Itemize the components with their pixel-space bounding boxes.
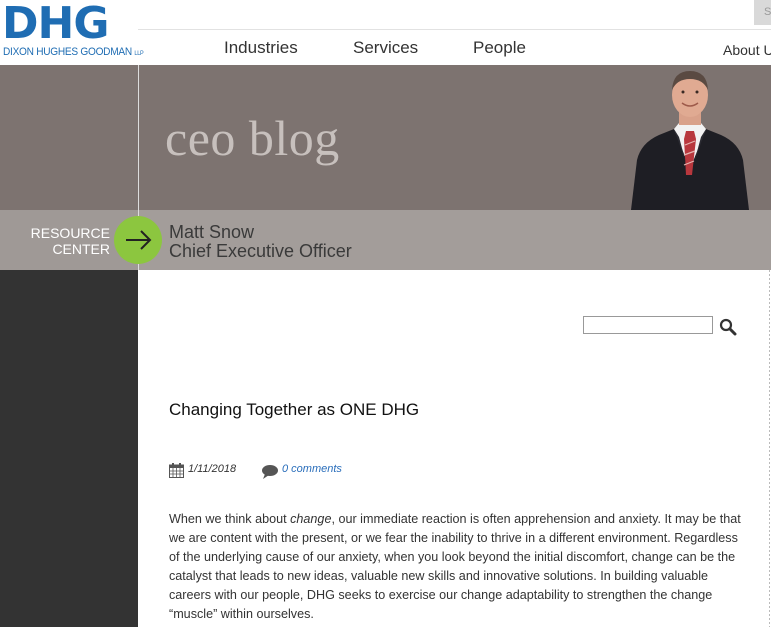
comment-icon xyxy=(262,465,278,479)
arrow-right-icon xyxy=(126,230,152,250)
search-icon[interactable] xyxy=(719,318,737,336)
banner-title: ceo blog xyxy=(165,110,340,166)
nav-people[interactable]: People xyxy=(473,38,526,58)
logo-mark: DHG xyxy=(2,0,109,49)
left-sidebar xyxy=(0,270,138,627)
nav-industries[interactable]: Industries xyxy=(224,38,298,58)
resource-center-label: RESOURCE CENTER xyxy=(30,225,110,257)
page-edge-rule xyxy=(769,270,770,627)
comments-link[interactable]: 0 comments xyxy=(282,463,342,475)
site-search-field[interactable]: S xyxy=(754,0,771,25)
author-name: Matt Snow xyxy=(169,222,255,242)
ceo-blog-banner: ceo blog xyxy=(139,65,771,210)
resource-center-arrow-button[interactable] xyxy=(114,216,162,264)
dhg-logo[interactable]: DHG DIXON HUGHES GOODMAN LLP xyxy=(2,0,144,62)
post-date: 1/11/2018 xyxy=(188,463,237,475)
ceo-portrait xyxy=(631,71,749,210)
post-title[interactable]: Changing Together as ONE DHG xyxy=(169,400,419,420)
sidebar-banner-block xyxy=(0,65,138,210)
nav-about[interactable]: About U xyxy=(723,42,771,58)
logo-subtitle: DIXON HUGHES GOODMAN LLP xyxy=(3,46,144,58)
nav-services[interactable]: Services xyxy=(353,38,418,58)
header-divider xyxy=(138,29,771,30)
blog-search-input[interactable] xyxy=(583,316,713,334)
calendar-icon xyxy=(169,463,184,478)
author-strip: Matt Snow Chief Executive Officer xyxy=(139,210,771,270)
author-role: Chief Executive Officer xyxy=(169,241,352,261)
post-body: When we think about change, our immediat… xyxy=(169,512,741,621)
